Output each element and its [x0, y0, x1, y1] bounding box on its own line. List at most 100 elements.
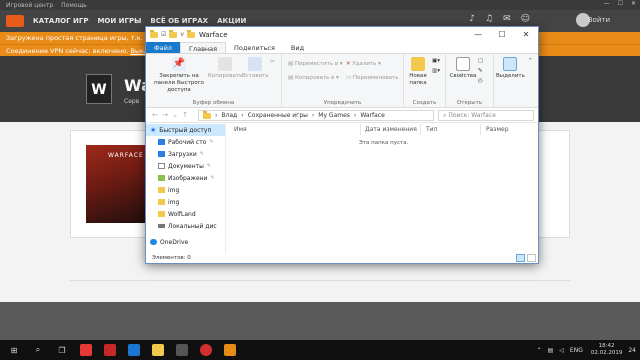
gamecenter-help-link[interactable]: Помощь	[61, 2, 87, 9]
nav-folder-img[interactable]: img	[146, 184, 225, 196]
language-indicator[interactable]: ENG	[570, 347, 583, 354]
search-input[interactable]: Поиск: Warface	[438, 110, 534, 121]
minimize-button[interactable]: —	[466, 27, 490, 42]
nav-onedrive[interactable]: OneDrive	[146, 236, 225, 248]
open-icon[interactable]: ▢	[478, 58, 483, 64]
back-icon[interactable]: ←	[150, 111, 160, 119]
nav-local-disk[interactable]: Локальный дис	[146, 220, 225, 232]
paste-button[interactable]: Вставить	[242, 57, 269, 80]
copy-icon	[218, 57, 232, 71]
notification-count[interactable]: 24	[628, 347, 636, 354]
filezilla-icon[interactable]	[102, 343, 118, 357]
minimize-icon[interactable]: —	[604, 0, 610, 7]
tab-home[interactable]: Главная	[179, 42, 227, 53]
close-button[interactable]: ✕	[514, 27, 538, 42]
breadcrumb-my-games[interactable]: My Games	[318, 112, 350, 119]
tab-file[interactable]: Файл	[146, 42, 180, 53]
collapse-ribbon-icon[interactable]: ⌃	[528, 58, 533, 64]
search-icon[interactable]: ⌕	[30, 343, 46, 357]
properties-button[interactable]: Свойства	[448, 57, 478, 80]
task-view-icon[interactable]: ❐	[54, 343, 70, 357]
edit-icon[interactable]: ✎	[478, 68, 483, 74]
forward-icon[interactable]: →	[160, 111, 170, 119]
details-view-icon[interactable]	[516, 254, 525, 262]
store-icon[interactable]	[126, 343, 142, 357]
nav-folder-wolfland[interactable]: WolfLand	[146, 208, 225, 220]
nav-about-games[interactable]: ВСЁ ОБ ИГРАХ	[150, 17, 208, 25]
bell-icon[interactable]: ♪	[469, 14, 475, 24]
maximize-button[interactable]: ☐	[490, 27, 514, 42]
chevron-right-icon[interactable]: ›	[215, 112, 217, 119]
column-size[interactable]: Размер	[486, 124, 509, 135]
column-type[interactable]: Тип	[426, 124, 438, 135]
column-modified[interactable]: Дата изменения	[365, 124, 417, 135]
maximize-icon[interactable]: ☐	[618, 0, 623, 7]
folder-icon	[158, 199, 165, 205]
nav-desktop[interactable]: Рабочий сто ✎	[146, 136, 225, 148]
breadcrumb-user[interactable]: Влад	[221, 112, 237, 119]
select-icon	[503, 57, 517, 71]
network-icon[interactable]: ▤	[548, 347, 554, 354]
chevron-right-icon[interactable]: ›	[241, 112, 243, 119]
tab-view[interactable]: Вид	[283, 42, 312, 53]
column-divider[interactable]	[360, 124, 361, 135]
nav-folder-img[interactable]: img	[146, 196, 225, 208]
close-icon[interactable]: ✕	[631, 0, 636, 7]
nav-images[interactable]: Изображени ✎	[146, 172, 225, 184]
chat-icon[interactable]: ✉	[503, 14, 511, 24]
explorer-titlebar[interactable]: ☑ v Warface — ☐ ✕	[146, 27, 538, 42]
game-icon[interactable]	[174, 343, 190, 357]
up-icon[interactable]: ↑	[180, 111, 190, 119]
volume-icon[interactable]: ◁	[559, 347, 564, 354]
cut-icon[interactable]: ✂	[270, 59, 275, 65]
nav-downloads[interactable]: Загрузки ✎	[146, 148, 225, 160]
yandex-browser-icon[interactable]	[78, 343, 94, 357]
file-list[interactable]: Имя Дата изменения Тип Размер Эта папка …	[230, 124, 538, 254]
recent-dropdown-icon[interactable]: ⌄	[170, 111, 180, 119]
breadcrumb[interactable]: › Влад › Сохраненные игры › My Games › W…	[198, 110, 434, 121]
breadcrumb-saved-games[interactable]: Сохраненные игры	[248, 112, 308, 119]
new-folder-button[interactable]: Новая папка	[406, 57, 430, 87]
nav-quick-access[interactable]: ★ Быстрый доступ	[146, 124, 225, 136]
column-divider[interactable]	[420, 124, 421, 135]
images-icon	[158, 175, 165, 181]
rename-button[interactable]: ▭ Переименовать	[346, 75, 398, 81]
qat-check-icon[interactable]: ☑	[161, 31, 166, 38]
chevron-right-icon[interactable]: ›	[354, 112, 356, 119]
large-icons-view-icon[interactable]	[527, 254, 536, 262]
delete-button[interactable]: ✕ Удалить ▾	[346, 61, 381, 67]
copy-label: Копировать	[208, 73, 243, 79]
column-divider[interactable]	[480, 124, 481, 135]
copy-button[interactable]: Копировать	[208, 57, 242, 80]
window-title: Warface	[198, 30, 228, 39]
easy-access-icon[interactable]: ▥▾	[432, 68, 440, 74]
nav-my-games[interactable]: МОИ ИГРЫ	[97, 17, 141, 25]
music-icon[interactable]: ♫	[485, 14, 493, 24]
pin-button[interactable]: 📌 Закрепить на панели быстрого доступа	[148, 57, 210, 94]
windows-start-icon[interactable]: ⊞	[6, 343, 22, 357]
new-item-icon[interactable]: ▣▾	[432, 58, 440, 64]
history-icon[interactable]: ◴	[478, 78, 483, 84]
login-link[interactable]: Войти	[588, 16, 610, 24]
file-explorer-icon[interactable]	[150, 343, 166, 357]
select-button[interactable]: Выделить	[496, 57, 525, 80]
store-app-tile	[128, 344, 140, 356]
gamecenter-logo-icon[interactable]	[6, 15, 24, 27]
qat-dropdown[interactable]: v	[180, 31, 184, 38]
new-folder-qat-icon[interactable]	[169, 29, 178, 38]
clock[interactable]: 18:42 02.02.2019	[591, 343, 623, 357]
gamecenter-taskbar-icon[interactable]	[222, 343, 238, 357]
nav-documents[interactable]: Документы ✎	[146, 160, 225, 172]
tray-arrow-icon[interactable]: ⌃	[537, 347, 542, 354]
record-icon[interactable]	[198, 343, 214, 357]
move-to-button[interactable]: ▤ Переместить в ▾	[288, 61, 343, 67]
friends-icon[interactable]: ☺	[521, 14, 530, 24]
chevron-right-icon[interactable]: ›	[312, 112, 314, 119]
breadcrumb-warface[interactable]: Warface	[360, 112, 384, 119]
system-tray: ⌃ ▤ ◁ ENG 18:42 02.02.2019 24	[531, 340, 636, 360]
copy-to-button[interactable]: ▤ Копировать в ▾	[288, 75, 339, 81]
nav-catalog[interactable]: КАТАЛОГ ИГР	[33, 17, 88, 25]
column-name[interactable]: Имя	[234, 124, 247, 135]
nav-promos[interactable]: АКЦИИ	[217, 17, 246, 25]
tab-share[interactable]: Поделиться	[226, 42, 283, 53]
